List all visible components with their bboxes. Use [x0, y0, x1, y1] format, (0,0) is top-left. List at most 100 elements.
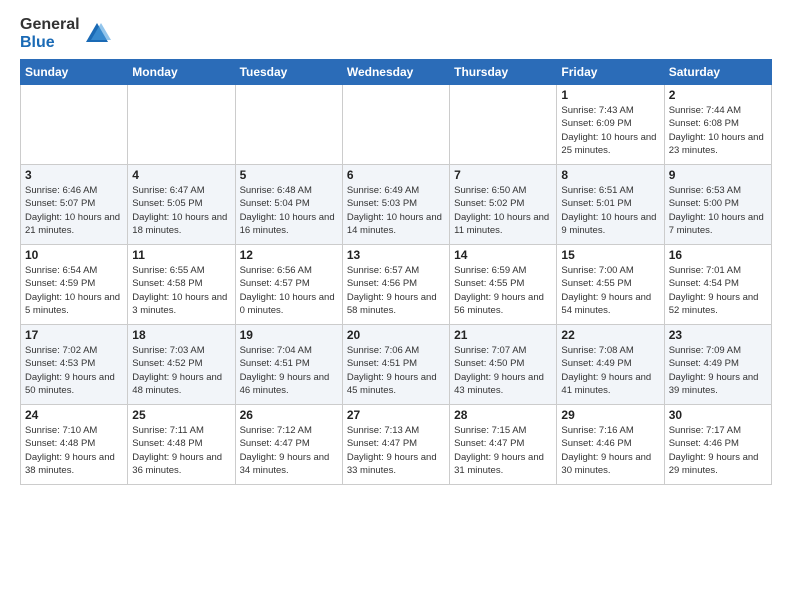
calendar-header-sunday: Sunday — [21, 60, 128, 85]
calendar-week-3: 10Sunrise: 6:54 AM Sunset: 4:59 PM Dayli… — [21, 245, 772, 325]
day-number: 14 — [454, 248, 552, 262]
day-info: Sunrise: 6:48 AM Sunset: 5:04 PM Dayligh… — [240, 184, 338, 237]
calendar-cell: 4Sunrise: 6:47 AM Sunset: 5:05 PM Daylig… — [128, 165, 235, 245]
day-number: 4 — [132, 168, 230, 182]
day-info: Sunrise: 7:07 AM Sunset: 4:50 PM Dayligh… — [454, 344, 552, 397]
logo-icon — [83, 20, 111, 48]
calendar-cell: 20Sunrise: 7:06 AM Sunset: 4:51 PM Dayli… — [342, 325, 449, 405]
calendar-header-tuesday: Tuesday — [235, 60, 342, 85]
calendar-cell: 28 Sunrise: 7:15 AM Sunset: 4:47 PM Dayli… — [450, 405, 557, 485]
day-info: Sunrise: 6:53 AM Sunset: 5:00 PM Dayligh… — [669, 184, 767, 237]
calendar-header-friday: Friday — [557, 60, 664, 85]
day-info: Sunrise: 6:57 AM Sunset: 4:56 PM Dayligh… — [347, 264, 445, 317]
calendar-cell: 5 Sunrise: 6:48 AM Sunset: 5:04 PM Daylig… — [235, 165, 342, 245]
day-number: 27 — [347, 408, 445, 422]
day-number: 3 — [25, 168, 123, 182]
day-number: 12 — [240, 248, 338, 262]
calendar-cell — [342, 85, 449, 165]
calendar-week-1: 1 Sunrise: 7:43 AM Sunset: 6:09 PM Daylig… — [21, 85, 772, 165]
calendar-cell: 10Sunrise: 6:54 AM Sunset: 4:59 PM Dayli… — [21, 245, 128, 325]
day-info: Sunrise: 6:50 AM Sunset: 5:02 PM Dayligh… — [454, 184, 552, 237]
calendar-week-5: 24 Sunrise: 7:10 AM Sunset: 4:48 PM Dayli… — [21, 405, 772, 485]
page-container: General Blue SundayMondayTuesdayWednesda… — [0, 0, 792, 495]
day-info: Sunrise: 7:00 AM Sunset: 4:55 PM Dayligh… — [561, 264, 659, 317]
calendar-cell: 16 Sunrise: 7:01 AM Sunset: 4:54 PM Dayli… — [664, 245, 771, 325]
day-info: Sunrise: 7:08 AM Sunset: 4:49 PM Dayligh… — [561, 344, 659, 397]
calendar-header-row: SundayMondayTuesdayWednesdayThursdayFrid… — [21, 60, 772, 85]
day-info: Sunrise: 7:02 AM Sunset: 4:53 PM Dayligh… — [25, 344, 123, 397]
day-number: 18 — [132, 328, 230, 342]
day-info: Sunrise: 7:11 AM Sunset: 4:48 PM Dayligh… — [132, 424, 230, 477]
day-info: Sunrise: 7:15 AM Sunset: 4:47 PM Dayligh… — [454, 424, 552, 477]
day-info: Sunrise: 7:17 AM Sunset: 4:46 PM Dayligh… — [669, 424, 767, 477]
calendar-cell: 13 Sunrise: 6:57 AM Sunset: 4:56 PM Dayli… — [342, 245, 449, 325]
calendar-cell: 23 Sunrise: 7:09 AM Sunset: 4:49 PM Dayli… — [664, 325, 771, 405]
day-number: 16 — [669, 248, 767, 262]
day-info: Sunrise: 7:01 AM Sunset: 4:54 PM Dayligh… — [669, 264, 767, 317]
calendar-week-4: 17Sunrise: 7:02 AM Sunset: 4:53 PM Dayli… — [21, 325, 772, 405]
calendar-cell: 21Sunrise: 7:07 AM Sunset: 4:50 PM Dayli… — [450, 325, 557, 405]
day-number: 2 — [669, 88, 767, 102]
calendar-cell: 3 Sunrise: 6:46 AM Sunset: 5:07 PM Daylig… — [21, 165, 128, 245]
calendar-cell: 1 Sunrise: 7:43 AM Sunset: 6:09 PM Daylig… — [557, 85, 664, 165]
logo-area: General Blue — [20, 16, 111, 51]
day-info: Sunrise: 6:56 AM Sunset: 4:57 PM Dayligh… — [240, 264, 338, 317]
day-info: Sunrise: 6:59 AM Sunset: 4:55 PM Dayligh… — [454, 264, 552, 317]
calendar-header-saturday: Saturday — [664, 60, 771, 85]
calendar-cell: 11 Sunrise: 6:55 AM Sunset: 4:58 PM Dayli… — [128, 245, 235, 325]
calendar-cell: 6Sunrise: 6:49 AM Sunset: 5:03 PM Daylig… — [342, 165, 449, 245]
day-info: Sunrise: 6:46 AM Sunset: 5:07 PM Dayligh… — [25, 184, 123, 237]
day-number: 26 — [240, 408, 338, 422]
day-info: Sunrise: 7:09 AM Sunset: 4:49 PM Dayligh… — [669, 344, 767, 397]
calendar-cell: 14 Sunrise: 6:59 AM Sunset: 4:55 PM Dayli… — [450, 245, 557, 325]
day-info: Sunrise: 7:06 AM Sunset: 4:51 PM Dayligh… — [347, 344, 445, 397]
day-number: 1 — [561, 88, 659, 102]
calendar-header-thursday: Thursday — [450, 60, 557, 85]
calendar-header-monday: Monday — [128, 60, 235, 85]
day-number: 22 — [561, 328, 659, 342]
day-info: Sunrise: 7:13 AM Sunset: 4:47 PM Dayligh… — [347, 424, 445, 477]
day-info: Sunrise: 6:54 AM Sunset: 4:59 PM Dayligh… — [25, 264, 123, 317]
day-number: 24 — [25, 408, 123, 422]
day-number: 13 — [347, 248, 445, 262]
day-number: 23 — [669, 328, 767, 342]
calendar-cell: 25 Sunrise: 7:11 AM Sunset: 4:48 PM Dayli… — [128, 405, 235, 485]
calendar-cell: 2Sunrise: 7:44 AM Sunset: 6:08 PM Daylig… — [664, 85, 771, 165]
calendar-cell: 29Sunrise: 7:16 AM Sunset: 4:46 PM Dayli… — [557, 405, 664, 485]
calendar-cell: 18 Sunrise: 7:03 AM Sunset: 4:52 PM Dayli… — [128, 325, 235, 405]
calendar-cell — [21, 85, 128, 165]
day-number: 28 — [454, 408, 552, 422]
calendar-cell: 15Sunrise: 7:00 AM Sunset: 4:55 PM Dayli… — [557, 245, 664, 325]
calendar-cell: 22 Sunrise: 7:08 AM Sunset: 4:49 PM Dayli… — [557, 325, 664, 405]
calendar-cell: 9Sunrise: 6:53 AM Sunset: 5:00 PM Daylig… — [664, 165, 771, 245]
day-number: 29 — [561, 408, 659, 422]
day-info: Sunrise: 7:12 AM Sunset: 4:47 PM Dayligh… — [240, 424, 338, 477]
logo-blue-text: Blue — [20, 34, 80, 52]
calendar-cell: 12 Sunrise: 6:56 AM Sunset: 4:57 PM Dayli… — [235, 245, 342, 325]
day-info: Sunrise: 7:10 AM Sunset: 4:48 PM Dayligh… — [25, 424, 123, 477]
header: General Blue — [20, 16, 772, 51]
day-number: 25 — [132, 408, 230, 422]
day-number: 8 — [561, 168, 659, 182]
calendar-cell: 8 Sunrise: 6:51 AM Sunset: 5:01 PM Daylig… — [557, 165, 664, 245]
calendar-cell: 24 Sunrise: 7:10 AM Sunset: 4:48 PM Dayli… — [21, 405, 128, 485]
calendar-header-wednesday: Wednesday — [342, 60, 449, 85]
day-number: 7 — [454, 168, 552, 182]
calendar-cell — [128, 85, 235, 165]
logo-general-text: General — [20, 16, 80, 34]
day-info: Sunrise: 7:03 AM Sunset: 4:52 PM Dayligh… — [132, 344, 230, 397]
calendar-cell: 17Sunrise: 7:02 AM Sunset: 4:53 PM Dayli… — [21, 325, 128, 405]
calendar-cell: 19Sunrise: 7:04 AM Sunset: 4:51 PM Dayli… — [235, 325, 342, 405]
day-number: 19 — [240, 328, 338, 342]
calendar-cell — [450, 85, 557, 165]
day-info: Sunrise: 6:55 AM Sunset: 4:58 PM Dayligh… — [132, 264, 230, 317]
calendar-week-2: 3 Sunrise: 6:46 AM Sunset: 5:07 PM Daylig… — [21, 165, 772, 245]
calendar-cell: 30Sunrise: 7:17 AM Sunset: 4:46 PM Dayli… — [664, 405, 771, 485]
day-number: 5 — [240, 168, 338, 182]
day-info: Sunrise: 6:51 AM Sunset: 5:01 PM Dayligh… — [561, 184, 659, 237]
day-number: 11 — [132, 248, 230, 262]
calendar-cell: 7 Sunrise: 6:50 AM Sunset: 5:02 PM Daylig… — [450, 165, 557, 245]
day-info: Sunrise: 7:43 AM Sunset: 6:09 PM Dayligh… — [561, 104, 659, 157]
calendar-cell — [235, 85, 342, 165]
day-info: Sunrise: 6:49 AM Sunset: 5:03 PM Dayligh… — [347, 184, 445, 237]
